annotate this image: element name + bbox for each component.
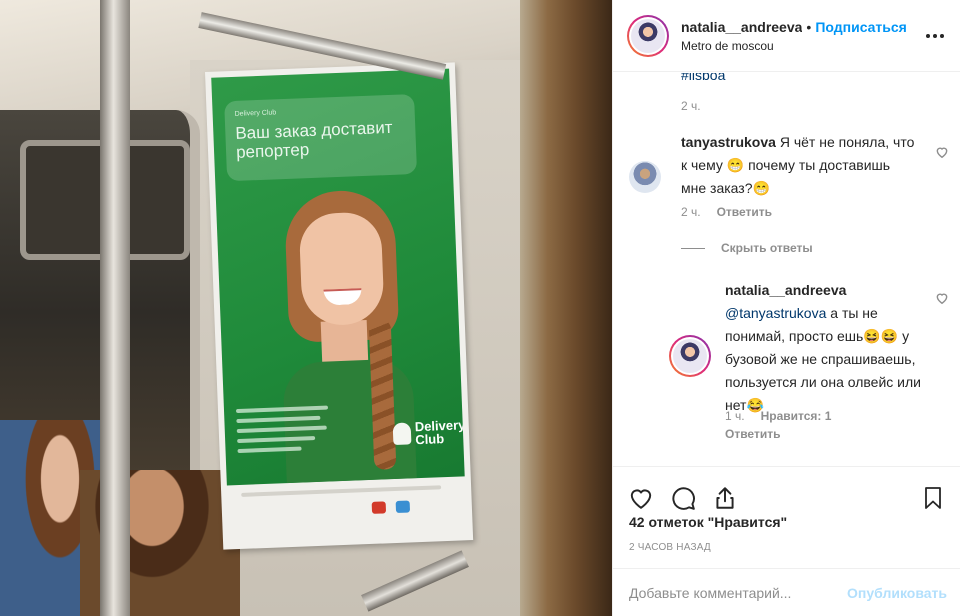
advertisement-poster: Delivery Club Ваш заказ доставит репорте… <box>205 62 474 550</box>
comment-icon <box>672 486 695 510</box>
reply-meta: 1 ч. Нравится: 1 <box>725 409 831 423</box>
comment-input[interactable] <box>629 584 848 601</box>
author-avatar[interactable] <box>627 14 669 57</box>
sponsor-logos <box>371 500 411 514</box>
reply-likes[interactable]: Нравится: 1 <box>761 409 832 423</box>
post-photo[interactable]: Delivery Club Ваш заказ доставит репорте… <box>0 0 612 616</box>
reply-text: natalia__andreeva @tanyastrukova а ты не… <box>725 279 925 417</box>
bookmark-icon <box>925 486 941 509</box>
save-button[interactable] <box>919 484 947 512</box>
reply-button[interactable]: Ответить <box>725 427 780 441</box>
like-button[interactable] <box>627 484 655 512</box>
commenter-avatar[interactable] <box>629 161 661 193</box>
hide-replies-label: Скрыть ответы <box>721 241 813 255</box>
separator-dot: • <box>806 18 812 35</box>
poster-speech-bubble: Delivery Club Ваш заказ доставит репорте… <box>224 93 418 182</box>
reply-avatar[interactable] <box>669 335 711 377</box>
reply-time[interactable]: 1 ч. <box>725 409 745 423</box>
face <box>298 211 385 327</box>
comment-time[interactable]: 2 ч. <box>681 205 701 219</box>
comment-text: tanyastrukova Я чёт не поняла, что к чем… <box>681 131 917 200</box>
share-icon <box>716 486 734 509</box>
post-sidebar: natalia__andreeva • Подписаться Metro de… <box>612 0 960 616</box>
delivery-club-logo: Delivery Club <box>392 417 465 448</box>
reply-username[interactable]: natalia__andreeva <box>725 282 846 298</box>
heart-icon[interactable] <box>935 291 949 305</box>
poster-footer-line <box>241 485 442 497</box>
author-username[interactable]: natalia__andreeva <box>681 19 802 35</box>
comments-section: #lisboa 2 ч. tanyastrukova Я чёт не поня… <box>613 73 960 465</box>
train-door <box>520 0 612 616</box>
heart-icon[interactable] <box>935 145 949 159</box>
poster-brand-name: Delivery Club <box>414 417 465 448</box>
reply-button[interactable]: Ответить <box>717 205 772 219</box>
hide-replies-toggle[interactable]: Скрыть ответы <box>681 241 813 255</box>
caption-hashtag[interactable]: #lisboa <box>681 73 725 83</box>
follow-button[interactable]: Подписаться <box>815 19 907 35</box>
reply-mention[interactable]: @tanyastrukova <box>725 305 826 321</box>
post-location[interactable]: Metro de moscou <box>681 39 923 53</box>
poster-body-copy <box>235 405 334 459</box>
poster-small-text: Delivery Club <box>234 109 277 118</box>
more-options-icon[interactable] <box>923 24 947 48</box>
post-header: natalia__andreeva • Подписаться Metro de… <box>613 0 960 72</box>
reply-body: а ты не понимай, просто ешь😆😆 у бузовой … <box>725 305 921 413</box>
add-comment-bar: Опубликовать <box>613 568 960 616</box>
share-button[interactable] <box>711 484 739 512</box>
reply-actions: Ответить <box>725 427 780 441</box>
divider-line <box>681 247 705 249</box>
poster-headline: Ваш заказ доставит репортер <box>235 117 393 162</box>
caption-time[interactable]: 2 ч. <box>681 99 701 113</box>
handrail-pole <box>100 0 130 616</box>
comment-meta: 2 ч. Ответить <box>681 205 772 219</box>
comment-button[interactable] <box>669 484 697 512</box>
likes-count[interactable]: 42 отметок "Нравится" <box>629 514 787 530</box>
heart-icon <box>630 489 652 509</box>
caption-meta: 2 ч. <box>681 99 701 113</box>
publish-button[interactable]: Опубликовать <box>847 585 947 601</box>
instagram-post: Delivery Club Ваш заказ доставит репорте… <box>0 0 960 616</box>
post-actions-bar <box>613 466 960 516</box>
ostrich-icon <box>392 422 412 446</box>
post-time[interactable]: 2 часов назад <box>629 542 711 553</box>
braid <box>368 319 397 470</box>
sponsor-logo <box>395 500 411 513</box>
poster-background: Delivery Club Ваш заказ доставит репорте… <box>211 68 465 486</box>
author-info: natalia__andreeva • Подписаться Metro de… <box>681 19 923 53</box>
sponsor-logo <box>371 501 387 514</box>
comment-username[interactable]: tanyastrukova <box>681 134 776 150</box>
